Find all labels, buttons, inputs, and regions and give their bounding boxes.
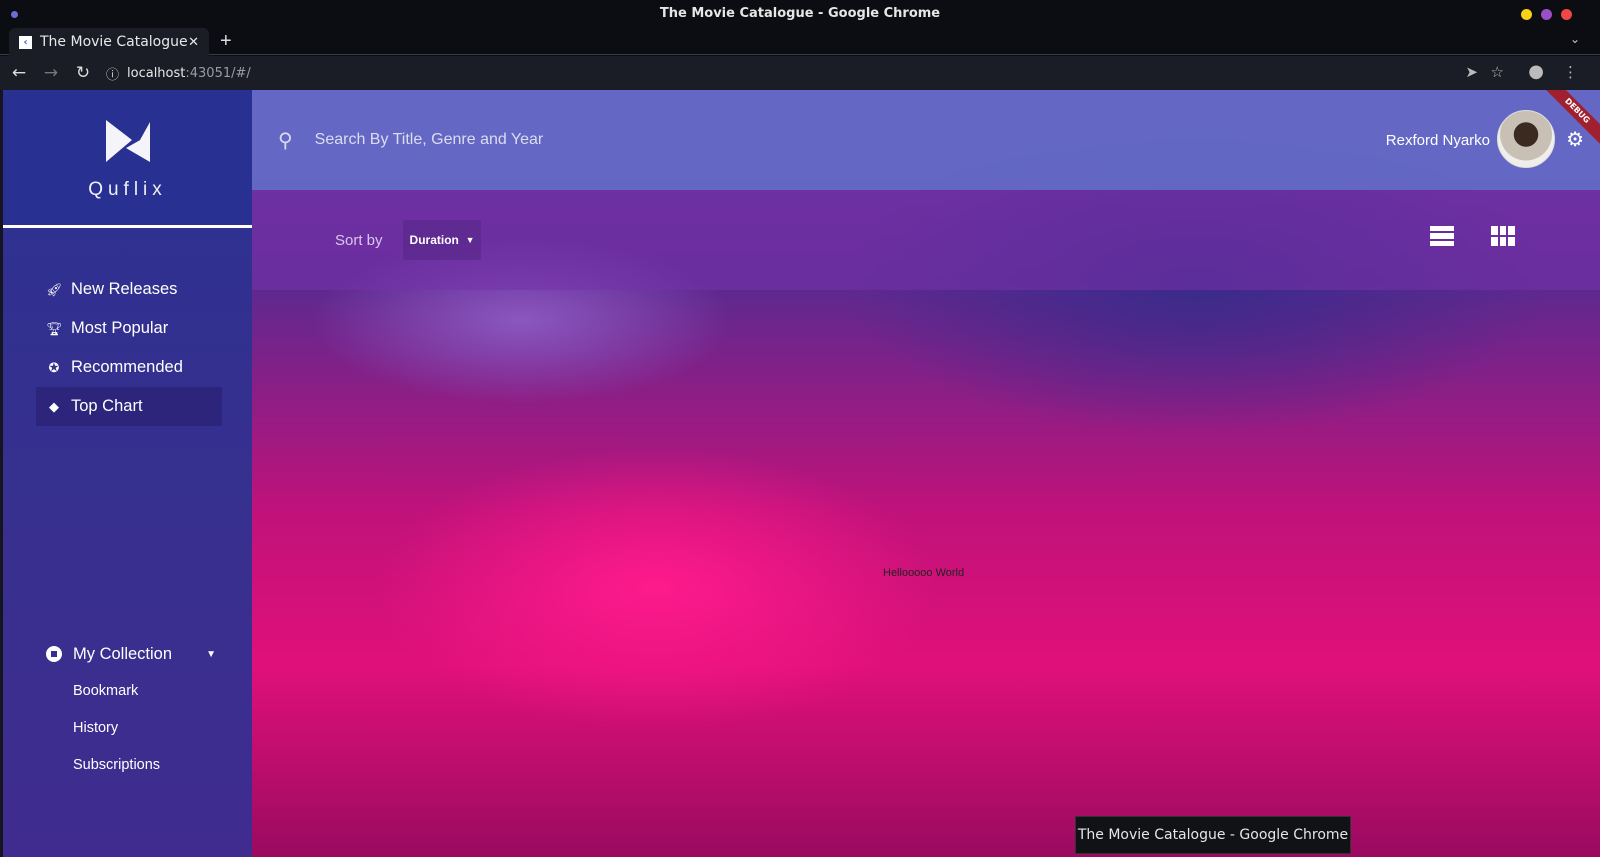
brand-name: Quflix [88, 179, 167, 200]
collection-item-subscriptions[interactable]: Subscriptions [46, 747, 216, 784]
minimize-button[interactable] [1521, 9, 1532, 20]
url-field[interactable]: ⓘ localhost:43051/#/ [106, 59, 1506, 87]
list-view-button[interactable] [1430, 226, 1454, 246]
brand: Quflix [3, 90, 252, 228]
url-path: :43051/#/ [185, 65, 251, 81]
my-collection-toggle[interactable]: My Collection ▼ [46, 635, 216, 673]
content-text: Hellooooo World [883, 567, 965, 579]
menu-label: Top Chart [71, 397, 143, 415]
window-tooltip: The Movie Catalogue - Google Chrome [1075, 816, 1351, 854]
diamond-icon: ◆ [49, 398, 59, 414]
send-icon[interactable]: ➤ [1465, 63, 1478, 81]
avatar[interactable] [1497, 110, 1555, 168]
search-input[interactable] [314, 131, 915, 149]
forward-icon[interactable]: → [38, 63, 64, 83]
menu-item-most-popular[interactable]: 🏆︎ Most Popular [36, 309, 222, 348]
info-icon: ⓘ [106, 67, 120, 83]
sidebar: Quflix 🚀︎ New Releases 🏆︎ Most Popular ✪ Re… [0, 90, 252, 857]
back-icon[interactable]: ← [6, 63, 32, 83]
verified-icon: ✪ [48, 359, 60, 375]
window-titlebar: The Movie Catalogue - Google Chrome [0, 0, 1600, 28]
window-title: The Movie Catalogue - Google Chrome [659, 6, 941, 21]
top-header: ⚲ Rexford Nyarko ⚙ DEBUG [252, 90, 1600, 190]
tab-strip: ‹ The Movie Catalogue ✕ + ⌄ [0, 28, 1600, 56]
tab-search-chevron-icon[interactable]: ⌄ [1570, 32, 1580, 46]
collection-icon [46, 646, 62, 662]
url-host: localhost [127, 65, 186, 81]
rocket-icon: 🚀︎ [46, 281, 63, 297]
sort-dropdown[interactable]: Duration ▼ [402, 220, 481, 260]
new-tab-button[interactable]: + [220, 30, 232, 53]
profile-icon[interactable]: ● [1528, 61, 1544, 82]
user-name: Rexford Nyarko [1385, 132, 1490, 149]
bookmark-star-icon[interactable]: ☆ [1491, 63, 1504, 81]
menu-item-recommended[interactable]: ✪ Recommended [36, 348, 222, 387]
reload-icon[interactable]: ↻ [70, 63, 96, 83]
trophy-icon: 🏆︎ [46, 320, 63, 336]
flutter-favicon-icon: ‹ [19, 35, 32, 49]
collection-item-bookmark[interactable]: Bookmark [46, 673, 216, 710]
menu-item-top-chart[interactable]: ◆ Top Chart [36, 387, 222, 426]
grid-view-button[interactable] [1491, 226, 1515, 246]
main-area: ⚲ Rexford Nyarko ⚙ DEBUG Sort by Duratio… [252, 90, 1600, 857]
quflix-logo-icon [105, 120, 150, 162]
menu-kebab-icon[interactable]: ⋮ [1563, 63, 1578, 81]
main-menu: 🚀︎ New Releases 🏆︎ Most Popular ✪ Recommend… [36, 270, 222, 426]
browser-tab[interactable]: ‹ The Movie Catalogue ✕ [9, 28, 209, 56]
address-bar: ← → ↻ ⓘ localhost:43051/#/ ➤ ☆ ● ⋮ [0, 56, 1600, 90]
sort-bar: Sort by Duration ▼ [252, 190, 1600, 290]
sort-selected: Duration [409, 233, 459, 247]
collection-label: My Collection [73, 644, 173, 663]
collection-item-history[interactable]: History [46, 710, 216, 747]
menu-label: Most Popular [71, 319, 169, 337]
maximize-button[interactable] [1541, 9, 1552, 20]
tab-title: The Movie Catalogue [40, 34, 188, 50]
menu-label: Recommended [71, 358, 183, 376]
close-tab-icon[interactable]: ✕ [188, 35, 199, 50]
my-collection: My Collection ▼ Bookmark History Subscrip… [46, 635, 216, 784]
app-dot-icon [11, 11, 18, 18]
menu-item-new-releases[interactable]: 🚀︎ New Releases [36, 270, 222, 309]
gear-icon[interactable]: ⚙ [1566, 127, 1584, 152]
caret-down-icon: ▼ [465, 235, 475, 245]
close-window-button[interactable] [1561, 9, 1572, 20]
sort-label: Sort by [335, 231, 383, 249]
menu-label: New Releases [71, 280, 178, 298]
search-icon: ⚲ [278, 129, 293, 152]
caret-down-icon: ▼ [206, 648, 216, 660]
